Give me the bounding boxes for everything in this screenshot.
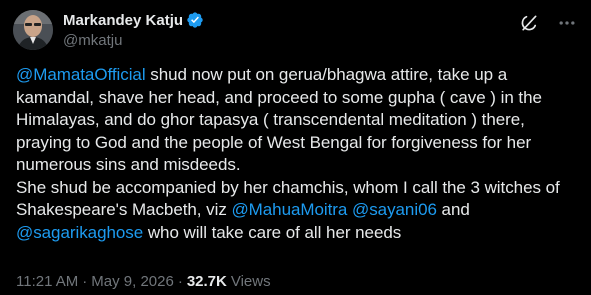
verified-badge-icon[interactable]: [186, 11, 204, 29]
more-options-icon[interactable]: [557, 13, 577, 33]
post-text: @MamataOfficial shud now put on gerua/bh…: [16, 64, 581, 244]
mention-link[interactable]: @sayani06: [352, 200, 437, 219]
mention-link[interactable]: @MamataOfficial: [16, 65, 146, 84]
mention-link[interactable]: @MahuaMoitra: [231, 200, 347, 219]
post-text-segment: and: [436, 200, 475, 219]
post-meta: 11:21 AM · May 9, 2026 · 32.7K Views: [16, 273, 271, 290]
post-time[interactable]: 11:21 AM: [16, 273, 78, 290]
meta-separator: ·: [82, 273, 88, 290]
author-handle[interactable]: @mkatju: [63, 32, 204, 49]
views-count[interactable]: 32.7K: [187, 273, 227, 290]
mention-link[interactable]: @sagarikaghose: [16, 223, 143, 242]
author-block: Markandey Katju @mkatju: [63, 10, 204, 49]
grok-icon[interactable]: [519, 13, 539, 33]
views-label: Views: [230, 273, 271, 290]
author-avatar[interactable]: [13, 10, 53, 50]
author-name-row: Markandey Katju: [63, 10, 204, 30]
author-display-name[interactable]: Markandey Katju: [63, 12, 183, 29]
post-date[interactable]: May 9, 2026: [91, 273, 174, 290]
meta-separator: ·: [177, 273, 183, 290]
post-top-actions: [519, 13, 577, 33]
post-text-segment: who will take care of all her needs: [143, 222, 402, 242]
post-card: Markandey Katju @mkatju @MamataOfficial …: [0, 0, 591, 295]
post-text-segment: shud now put on gerua/bhagwa attire, tak…: [16, 65, 560, 219]
avatar-photo-icon: [13, 10, 53, 50]
